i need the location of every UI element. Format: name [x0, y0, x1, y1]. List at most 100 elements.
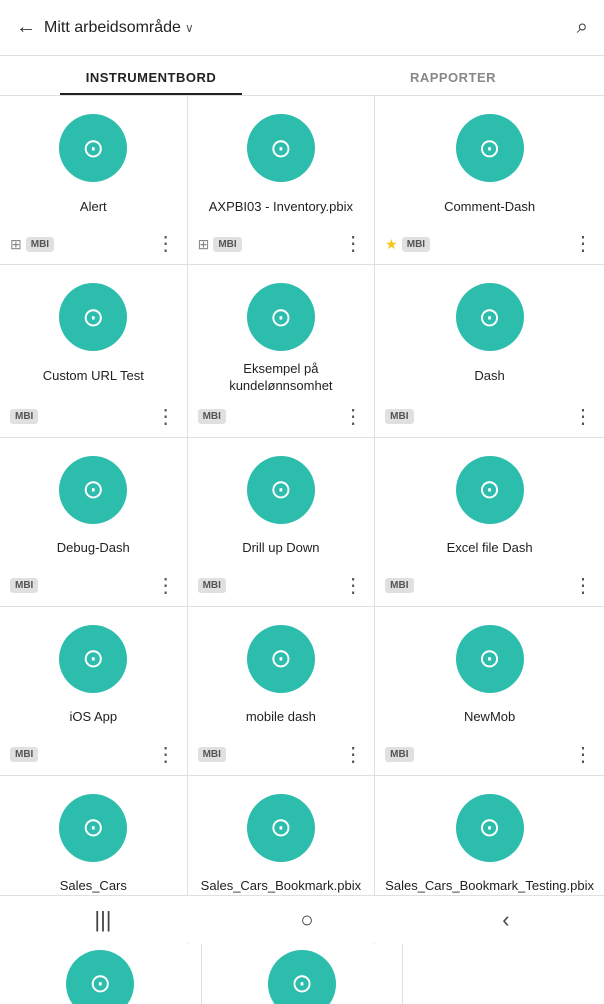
card-icon-wrap-comment-dash: ⊙: [456, 114, 524, 182]
card-title-drill-up-down: Drill up Down: [242, 534, 319, 564]
card-icon-wrap-axpbi03: ⊙: [247, 114, 315, 182]
dashboard-icon-alert: ⊙: [82, 133, 104, 164]
more-button-drill-up-down[interactable]: ⋮: [343, 576, 364, 596]
dashboard-icon-debug-dash: ⊙: [82, 474, 104, 505]
badge-mbi-axpbi03: MBI: [213, 237, 241, 252]
card-title-debug-dash: Debug-Dash: [57, 534, 130, 564]
dashboard-icon-dash: ⊙: [479, 302, 501, 333]
card-icon-wrap-alert: ⊙: [59, 114, 127, 182]
nav-home-icon[interactable]: ○: [300, 907, 313, 933]
card-mobile-dash[interactable]: ⊙ mobile dash MBI ⋮: [188, 607, 375, 775]
card-footer-alert: ⊞MBI⋮: [10, 230, 177, 254]
card-excel-file-dash[interactable]: ⊙Excel file DashMBI⋮: [375, 438, 604, 606]
card-icon-wrap-excel-file-dash: ⊙: [456, 456, 524, 524]
badge-mbi-ios-app: MBI: [10, 747, 38, 762]
badge-mbi-newmob: MBI: [385, 747, 413, 762]
back-button[interactable]: ←: [16, 16, 36, 39]
card-ios-app[interactable]: ⊙iOS AppMBI⋮: [0, 607, 187, 775]
card-debug-dash[interactable]: ⊙ Debug-Dash MBI⋮: [0, 438, 187, 606]
nav-back-icon[interactable]: ‹: [502, 907, 509, 933]
star-icon: ★: [385, 236, 398, 253]
dashboard-icon-drill-up-down: ⊙: [270, 474, 292, 505]
app-header: ← Mitt arbeidsområde ∨ ⌕: [0, 0, 604, 56]
badge-mbi-custom-url-test: MBI: [10, 409, 38, 424]
workspace-selector[interactable]: Mitt arbeidsområde ∨: [44, 19, 194, 37]
card-icon-wrap-drill-up-down: ⊙: [247, 456, 315, 524]
more-button-newmob[interactable]: ⋮: [573, 745, 594, 765]
dashboard-icon-partial-2: ⊙: [291, 968, 313, 999]
dashboard-icon-sales-cars-bookmark: ⊙: [270, 812, 292, 843]
card-icon-wrap-mobile-dash: ⊙: [247, 625, 315, 693]
card-footer-eksempel: MBI ⋮: [198, 403, 365, 427]
card-badges-ios-app: MBI: [10, 747, 38, 762]
card-dash[interactable]: ⊙ Dash MBI ⋮: [375, 265, 604, 437]
card-icon-wrap-dash: ⊙: [456, 283, 524, 351]
dashboard-icon-excel-file-dash: ⊙: [479, 474, 501, 505]
card-footer-debug-dash: MBI⋮: [10, 572, 177, 596]
more-button-alert[interactable]: ⋮: [156, 234, 177, 254]
card-icon-wrap-sales-cars-bookmark: ⊙: [247, 794, 315, 862]
search-button[interactable]: ⌕: [577, 16, 588, 39]
dashboard-icon-sales-cars: ⊙: [82, 812, 104, 843]
dashboard-icon-eksempel: ⊙: [270, 302, 292, 333]
tab-reports[interactable]: RAPPORTER: [302, 56, 604, 95]
dashboard-icon-partial-1: ⊙: [89, 968, 111, 999]
card-icon-wrap-sales-cars-bookmark-testing: ⊙: [456, 794, 524, 862]
card-title-axpbi03: AXPBI03 - Inventory.pbix: [209, 192, 353, 222]
badge-mbi-dash: MBI: [385, 409, 413, 424]
card-badges-mobile-dash: MBI: [198, 747, 226, 762]
card-eksempel[interactable]: ⊙Eksempel på kundelønnsomhetMBI⋮: [188, 265, 375, 437]
card-title-comment-dash: Comment-Dash: [444, 192, 535, 222]
card-icon-wrap-debug-dash: ⊙: [59, 456, 127, 524]
card-badges-dash: MBI: [385, 409, 413, 424]
dashboard-icon-custom-url-test: ⊙: [82, 302, 104, 333]
more-button-eksempel[interactable]: ⋮: [343, 407, 364, 427]
dashboard-icon-sales-cars-bookmark-testing: ⊙: [479, 812, 501, 843]
card-comment-dash[interactable]: ⊙ Comment-Dash ★ MBI ⋮: [375, 96, 604, 264]
partial-icon-wrap-1: ⊙: [66, 950, 134, 1004]
card-custom-url-test[interactable]: ⊙ Custom URL Test MBI ⋮: [0, 265, 187, 437]
more-button-axpbi03[interactable]: ⋮: [343, 234, 364, 254]
card-title-custom-url-test: Custom URL Test: [43, 361, 144, 391]
card-footer-dash: MBI ⋮: [385, 403, 594, 427]
card-title-mobile-dash: mobile dash: [246, 703, 316, 733]
card-icon-wrap-newmob: ⊙: [456, 625, 524, 693]
more-button-comment-dash[interactable]: ⋮: [573, 234, 594, 254]
nav-menu-icon[interactable]: |||: [94, 907, 111, 933]
more-button-dash[interactable]: ⋮: [573, 407, 594, 427]
partial-card-3: [403, 944, 604, 1004]
card-axpbi03[interactable]: ⊙AXPBI03 - Inventory.pbix⊞MBI⋮: [188, 96, 375, 264]
more-button-debug-dash[interactable]: ⋮: [156, 576, 177, 596]
badge-mbi-mobile-dash: MBI: [198, 747, 226, 762]
card-title-dash: Dash: [474, 361, 504, 391]
badge-mbi-comment-dash: MBI: [402, 237, 430, 252]
badge-mbi-eksempel: MBI: [198, 409, 226, 424]
dashboard-icon-ios-app: ⊙: [82, 643, 104, 674]
partial-card-1: ⊙: [0, 944, 201, 1004]
card-newmob[interactable]: ⊙NewMobMBI⋮: [375, 607, 604, 775]
card-badges-custom-url-test: MBI: [10, 409, 38, 424]
tab-dashboard[interactable]: INSTRUMENTBORD: [0, 56, 302, 95]
card-footer-drill-up-down: MBI⋮: [198, 572, 365, 596]
card-badges-newmob: MBI: [385, 747, 413, 762]
more-button-mobile-dash[interactable]: ⋮: [343, 745, 364, 765]
card-icon-wrap-sales-cars: ⊙: [59, 794, 127, 862]
card-footer-ios-app: MBI ⋮: [10, 741, 177, 765]
dashboard-icon-newmob: ⊙: [479, 643, 501, 674]
partial-icon-wrap-2: ⊙: [268, 950, 336, 1004]
more-button-custom-url-test[interactable]: ⋮: [156, 407, 177, 427]
card-footer-newmob: MBI ⋮: [385, 741, 594, 765]
card-badges-comment-dash: ★ MBI: [385, 236, 430, 253]
card-footer-axpbi03: ⊞MBI⋮: [198, 230, 365, 254]
partial-row: ⊙ ⊙: [0, 944, 604, 1004]
dashboard-icon-axpbi03: ⊙: [270, 133, 292, 164]
card-drill-up-down[interactable]: ⊙ Drill up Down MBI⋮: [188, 438, 375, 606]
card-title-alert: Alert: [80, 192, 107, 222]
more-button-excel-file-dash[interactable]: ⋮: [573, 576, 594, 596]
badge-mbi-excel-file-dash: MBI: [385, 578, 413, 593]
tab-bar: INSTRUMENTBORD RAPPORTER: [0, 56, 604, 96]
card-alert[interactable]: ⊙ Alert ⊞MBI⋮: [0, 96, 187, 264]
more-button-ios-app[interactable]: ⋮: [156, 745, 177, 765]
card-badges-eksempel: MBI: [198, 409, 226, 424]
dashboard-icon-comment-dash: ⊙: [479, 133, 501, 164]
